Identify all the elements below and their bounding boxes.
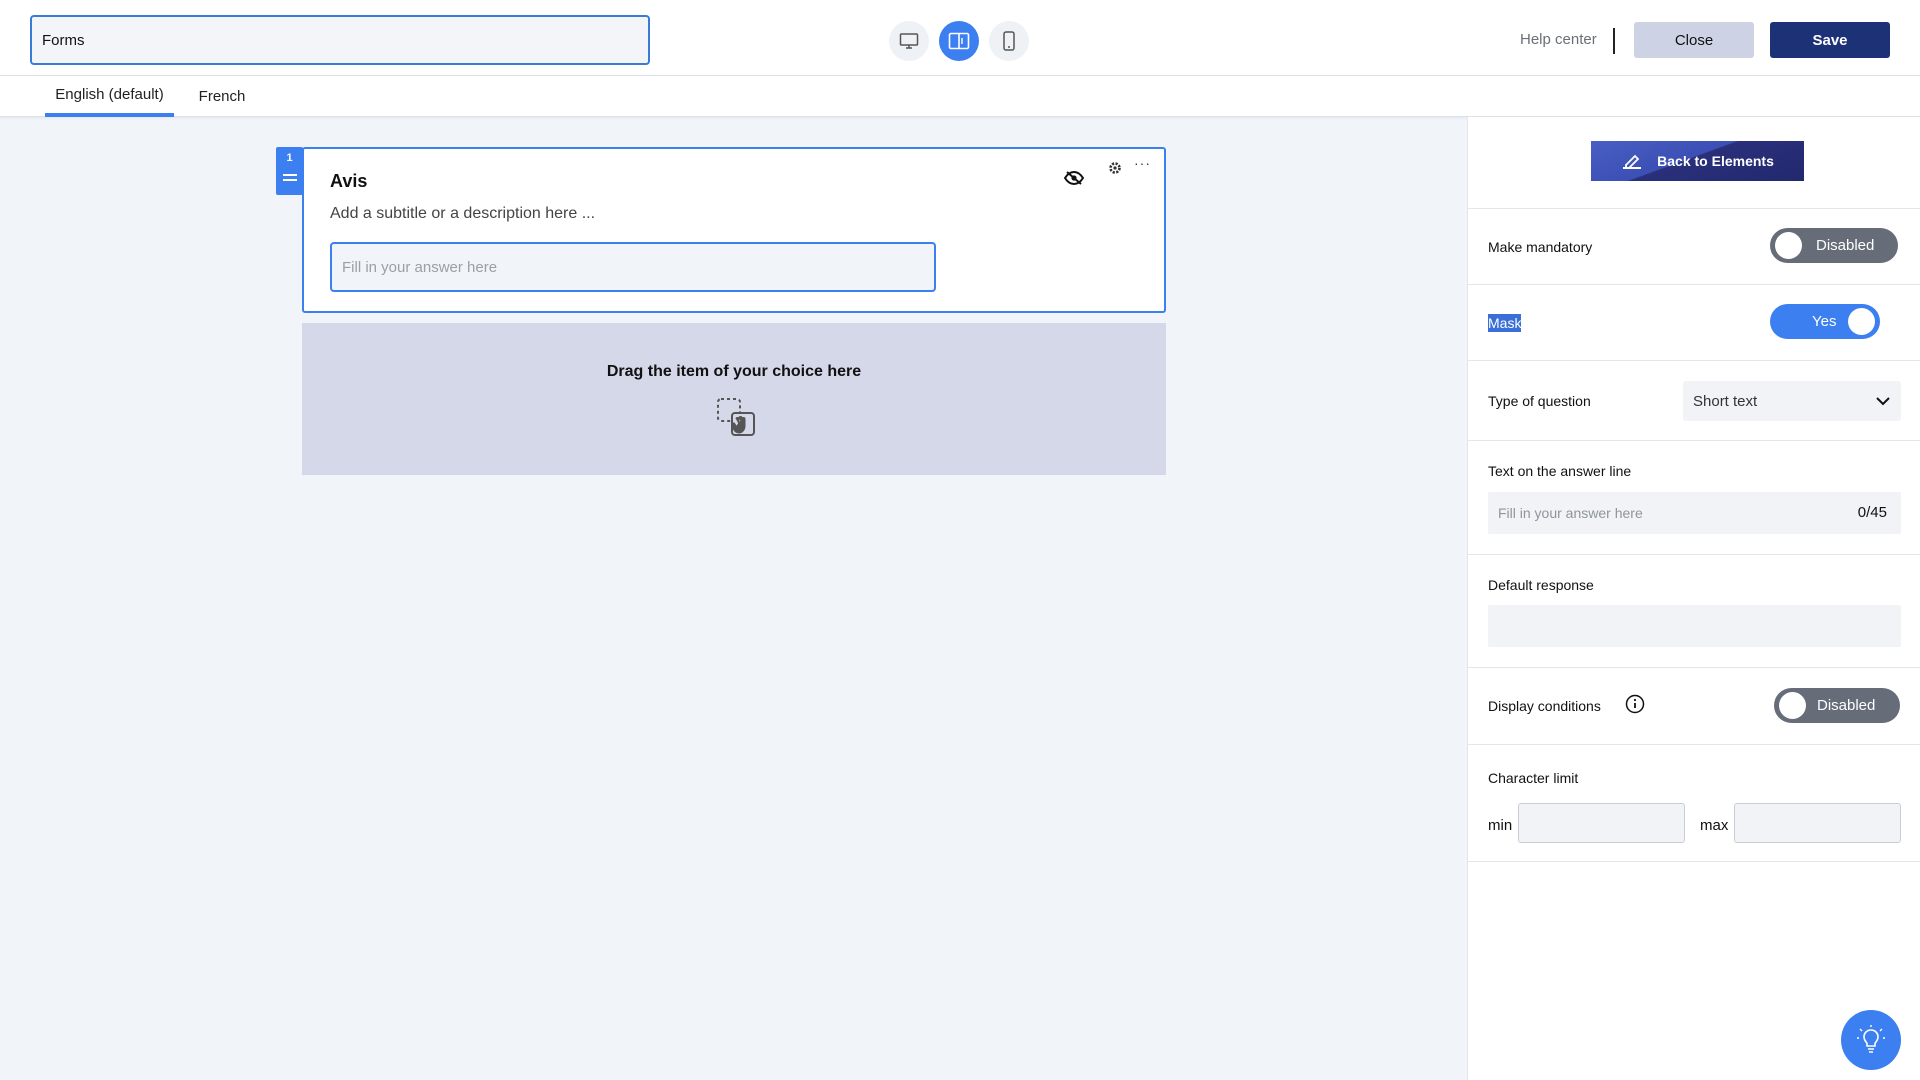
view-mode-toggles (889, 21, 1029, 61)
properties-panel: Back to Elements Make mandatory Disabled… (1467, 117, 1920, 1080)
mask-toggle[interactable]: Yes (1770, 304, 1880, 339)
split-view-icon (948, 32, 970, 50)
display-conditions-label: Display conditions (1488, 698, 1601, 714)
mandatory-label: Make mandatory (1488, 239, 1593, 255)
mandatory-row: Make mandatory Disabled (1468, 208, 1920, 284)
default-response-input[interactable] (1488, 605, 1901, 647)
back-to-elements-button[interactable]: Back to Elements (1591, 141, 1804, 181)
question-number-handle[interactable]: 1 (276, 147, 303, 195)
drop-zone-text: Drag the item of your choice here (606, 363, 862, 380)
header-divider (1613, 28, 1615, 54)
desktop-icon (899, 33, 919, 49)
question-type-value: Short text (1693, 392, 1758, 410)
mobile-view-button[interactable] (989, 21, 1029, 61)
tab-label: French (198, 88, 246, 105)
question-card[interactable]: Avis Add a subtitle or a description her… (302, 147, 1166, 313)
toggle-knob (1779, 692, 1806, 719)
question-title[interactable]: Avis (330, 171, 367, 192)
tips-button[interactable] (1841, 1010, 1901, 1070)
toggle-state: Yes (1812, 313, 1837, 330)
character-limit-row: Character limit min max (1468, 744, 1920, 862)
toggle-state: Disabled (1816, 237, 1875, 254)
top-bar: Help center Close Save (0, 0, 1920, 76)
answer-line-input[interactable] (1488, 492, 1901, 534)
question-number: 1 (286, 152, 293, 164)
tab-english[interactable]: English (default) (45, 76, 174, 117)
default-response-label: Default response (1488, 577, 1594, 593)
toggle-knob (1775, 232, 1802, 259)
drop-zone[interactable]: Drag the item of your choice here (302, 323, 1166, 475)
answer-line-row: Text on the answer line 0/45 (1468, 440, 1920, 554)
tab-label: English (default) (55, 86, 164, 103)
gear-icon[interactable] (1108, 161, 1122, 180)
close-button[interactable]: Close (1634, 22, 1754, 58)
language-tabs: English (default) French (0, 76, 1920, 117)
max-input[interactable] (1734, 803, 1901, 843)
answer-input[interactable] (330, 242, 936, 292)
back-to-elements-label: Back to Elements (1657, 153, 1774, 169)
max-label: max (1700, 817, 1729, 834)
answer-line-label: Text on the answer line (1488, 463, 1632, 479)
display-conditions-toggle[interactable]: Disabled (1774, 688, 1900, 723)
min-label: min (1488, 817, 1513, 834)
mask-label: Mask (1488, 314, 1522, 332)
default-response-row: Default response (1468, 554, 1920, 667)
lightbulb-icon (1857, 1025, 1885, 1053)
split-view-button[interactable] (939, 21, 979, 61)
question-type-select[interactable]: Short text (1683, 381, 1901, 421)
tab-french[interactable]: French (190, 76, 254, 117)
answer-line-counter: 0/45 (1857, 504, 1887, 521)
more-icon[interactable]: ··· (1134, 155, 1151, 171)
character-limit-label: Character limit (1488, 770, 1579, 786)
mask-row: Mask Yes (1468, 284, 1920, 360)
toggle-state: Disabled (1817, 697, 1876, 714)
form-title-input[interactable] (30, 15, 650, 65)
mobile-icon (1003, 31, 1015, 51)
help-center-link[interactable]: Help center (1520, 31, 1597, 48)
display-conditions-row: Display conditions Disabled (1468, 667, 1920, 744)
toggle-knob (1848, 308, 1875, 335)
mandatory-toggle[interactable]: Disabled (1770, 228, 1898, 263)
save-button[interactable]: Save (1770, 22, 1890, 58)
desktop-view-button[interactable] (889, 21, 929, 61)
question-subtitle[interactable]: Add a subtitle or a description here ... (330, 205, 595, 223)
drag-drop-icon (716, 397, 756, 442)
question-type-label: Type of question (1488, 393, 1591, 409)
info-icon[interactable] (1625, 694, 1645, 719)
min-input[interactable] (1518, 803, 1685, 843)
drag-handle-icon (282, 174, 297, 181)
question-type-row: Type of question Short text (1468, 360, 1920, 440)
edit-icon (1623, 154, 1642, 169)
chevron-down-icon (1876, 397, 1890, 406)
hidden-eye-icon[interactable] (1063, 170, 1085, 190)
